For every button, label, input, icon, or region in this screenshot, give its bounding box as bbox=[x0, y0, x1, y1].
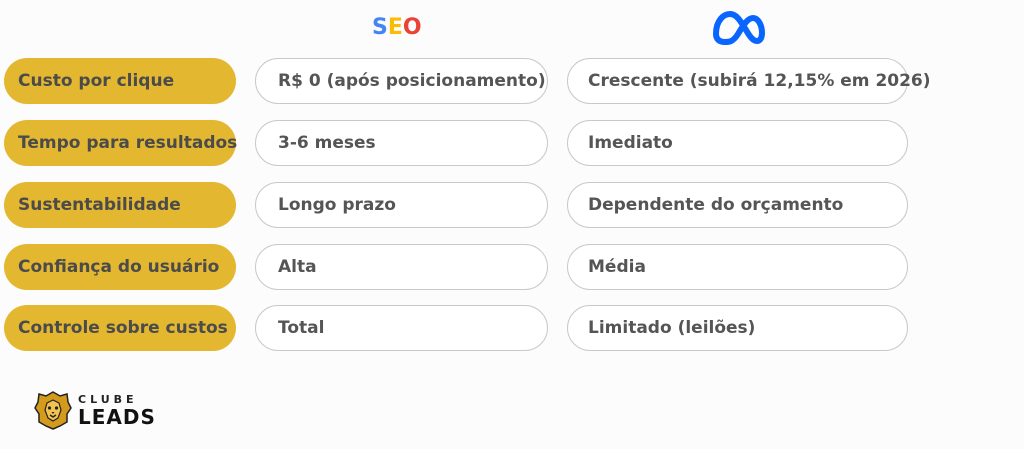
seo-cell-tempo: 3-6 meses bbox=[255, 120, 548, 166]
seo-cell-custo: R$ 0 (após posicionamento) bbox=[255, 58, 548, 104]
seo-cell-confianca: Alta bbox=[255, 244, 548, 290]
seo-letter-s: S bbox=[372, 15, 388, 40]
seo-letter-e: E bbox=[387, 15, 403, 40]
row-label-sustentabilidade: Sustentabilidade bbox=[4, 182, 236, 228]
meta-cell-tempo: Imediato bbox=[567, 120, 908, 166]
meta-cell-sustentabilidade: Dependente do orçamento bbox=[567, 182, 908, 228]
seo-logo: SEO bbox=[372, 14, 422, 42]
meta-infinity-icon bbox=[713, 11, 765, 45]
row-label-tempo: Tempo para resultados bbox=[4, 120, 237, 166]
clube-leads-logo: CLUBE LEADS bbox=[34, 390, 156, 430]
seo-letter-o: O bbox=[402, 15, 422, 40]
brand-top-text: CLUBE bbox=[78, 392, 138, 406]
seo-cell-controle: Total bbox=[255, 305, 548, 351]
meta-cell-confianca: Média bbox=[567, 244, 908, 290]
row-label-controle: Controle sobre custos bbox=[4, 305, 236, 351]
meta-cell-controle: Limitado (leilões) bbox=[567, 305, 908, 351]
row-label-custo: Custo por clique bbox=[4, 58, 236, 104]
row-label-confianca: Confiança do usuário bbox=[4, 244, 236, 290]
meta-cell-custo: Crescente (subirá 12,15% em 2026) bbox=[567, 58, 931, 104]
brand-bottom-text: LEADS bbox=[78, 404, 156, 429]
seo-cell-sustentabilidade: Longo prazo bbox=[255, 182, 548, 228]
lion-icon bbox=[34, 391, 72, 430]
